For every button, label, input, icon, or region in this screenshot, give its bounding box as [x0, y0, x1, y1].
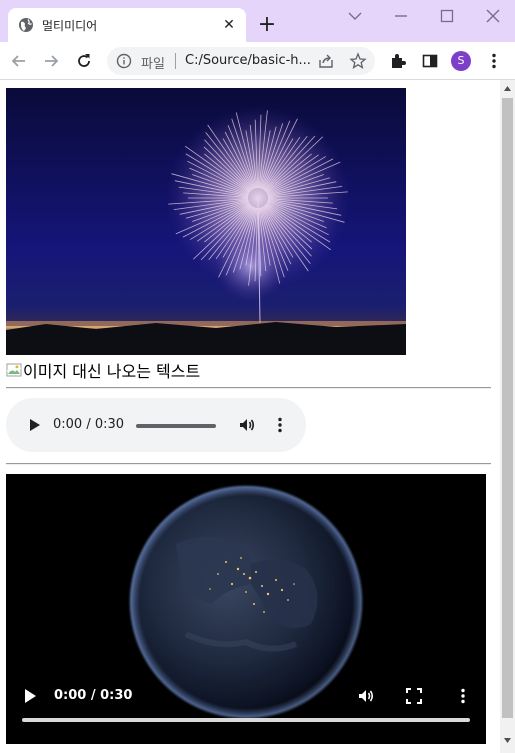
audio-player[interactable]: 0:00 / 0:30	[6, 398, 306, 452]
more-options-icon[interactable]	[455, 686, 471, 706]
video-player[interactable]: 0:00 / 0:30	[6, 474, 486, 744]
extensions-puzzle-icon[interactable]	[388, 51, 408, 71]
back-arrow-icon[interactable]	[9, 51, 29, 71]
maximize-icon[interactable]	[437, 6, 457, 26]
page-content: 이미지 대신 나오는 텍스트 0:00 / 0:30 0:00 / 0:30	[0, 80, 500, 753]
bookmark-star-icon[interactable]	[349, 52, 367, 70]
browser-titlebar: 멀티미디어 ✕ +	[0, 0, 515, 42]
address-separator	[175, 53, 176, 69]
broken-image: 이미지 대신 나오는 텍스트	[6, 360, 201, 381]
address-url[interactable]: C:/Source/basic-h...	[185, 53, 313, 68]
forward-arrow-icon[interactable]	[41, 51, 61, 71]
scrollbar-thumb[interactable]	[502, 98, 513, 718]
play-icon[interactable]	[26, 417, 42, 433]
divider-line	[6, 387, 491, 389]
chevron-down-icon[interactable]	[345, 6, 365, 26]
side-panel-icon[interactable]	[420, 51, 440, 71]
broken-image-icon	[6, 363, 22, 377]
tab-close-icon[interactable]: ✕	[220, 16, 238, 34]
audio-seek-bar[interactable]	[136, 424, 216, 428]
image-alt-text: 이미지 대신 나오는 텍스트	[23, 362, 201, 381]
reload-icon[interactable]	[74, 51, 94, 71]
address-scheme-label: 파일	[141, 57, 165, 72]
scroll-down-arrow-icon[interactable]	[503, 736, 512, 745]
minimize-icon[interactable]	[391, 6, 411, 26]
scroll-up-arrow-icon[interactable]	[503, 84, 512, 93]
audio-time-display: 0:00 / 0:30	[53, 417, 125, 432]
address-bar[interactable]: 파일 C:/Source/basic-h...	[107, 47, 375, 75]
video-time-display: 0:00 / 0:30	[54, 688, 133, 703]
video-seek-bar[interactable]	[22, 718, 470, 722]
play-icon[interactable]	[22, 687, 38, 705]
page-scrollbar[interactable]	[500, 80, 515, 753]
share-icon[interactable]	[317, 52, 335, 70]
tab-title: 멀티미디어	[42, 19, 98, 33]
profile-avatar[interactable]: S	[451, 51, 471, 71]
more-options-icon[interactable]	[272, 415, 288, 435]
divider-line	[6, 463, 491, 465]
close-window-icon[interactable]	[483, 6, 503, 26]
browser-tab[interactable]: 멀티미디어 ✕	[8, 8, 246, 42]
globe-icon	[19, 18, 33, 32]
fireworks-image	[6, 88, 406, 355]
volume-icon[interactable]	[237, 415, 257, 435]
volume-icon[interactable]	[356, 686, 376, 706]
browser-toolbar: 파일 C:/Source/basic-h... S	[0, 42, 515, 80]
fullscreen-icon[interactable]	[405, 687, 423, 705]
new-tab-button[interactable]: +	[256, 14, 278, 36]
kebab-menu-icon[interactable]	[484, 51, 504, 71]
info-icon[interactable]	[116, 53, 132, 69]
